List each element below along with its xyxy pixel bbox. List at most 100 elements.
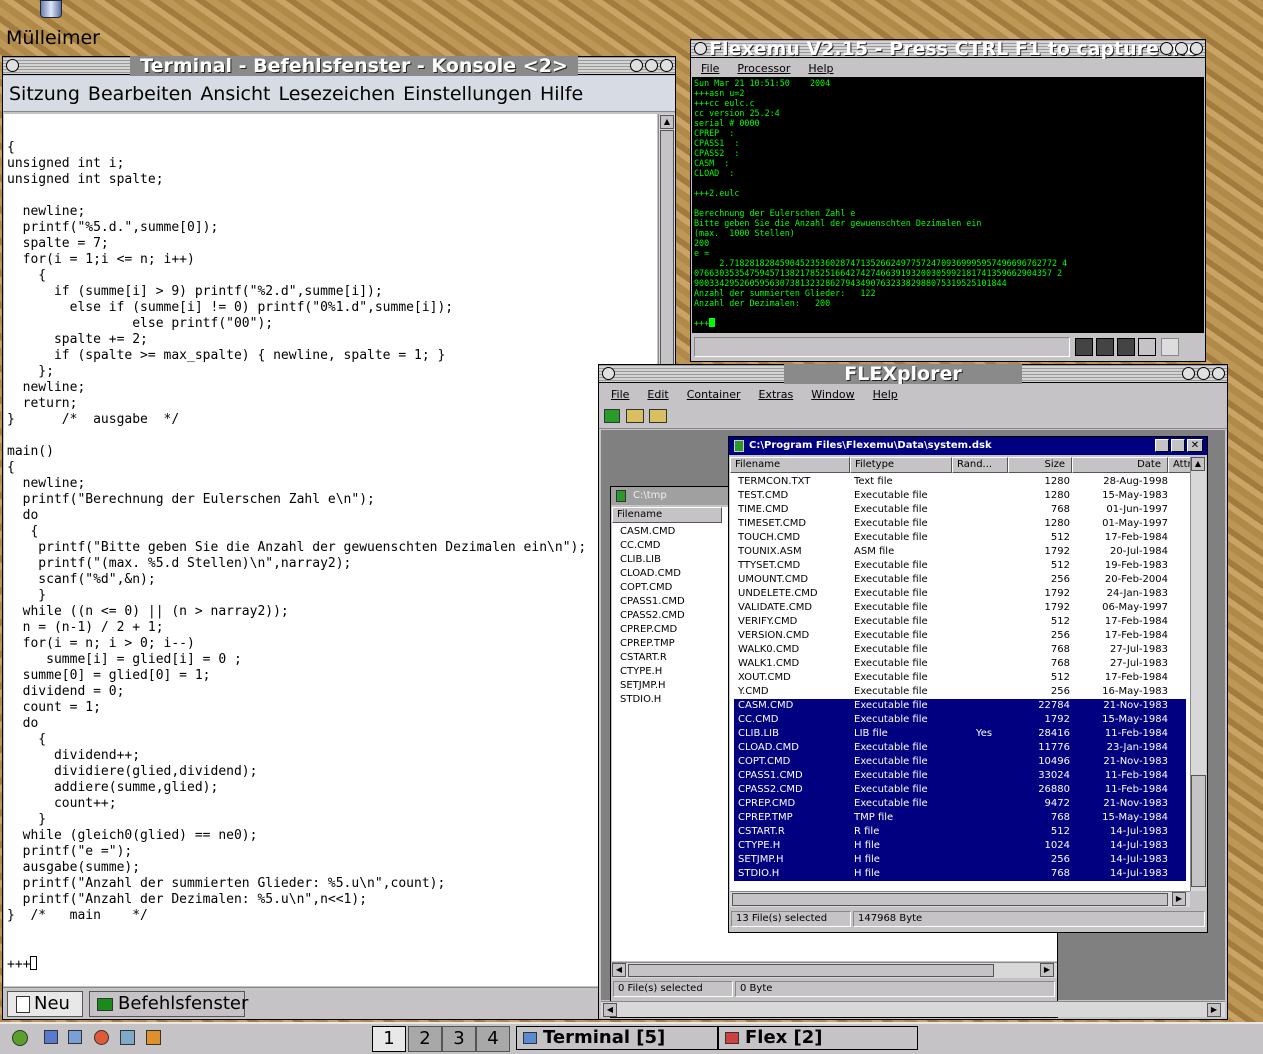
list-item[interactable]: CPREP.CMD bbox=[620, 623, 720, 637]
table-row[interactable]: VERSION.CMD Executable file 256 17-Feb-1984 bbox=[734, 629, 1186, 643]
pager-desktop-4[interactable]: 4 bbox=[476, 1026, 510, 1052]
list-item[interactable]: CLIB.LIB bbox=[620, 553, 720, 567]
dsk-vscroll[interactable]: ▲ bbox=[1190, 457, 1206, 891]
table-row[interactable]: CPASS1.CMD Executable file 33024 11-Feb-198… bbox=[734, 769, 1186, 783]
table-row[interactable]: CPREP.CMD Executable file 9472 21-Nov-1983 bbox=[734, 797, 1186, 811]
table-row[interactable]: CLIB.LIB LIB file Yes 28416 11-Feb-1984 bbox=[734, 727, 1186, 741]
minimize-button[interactable] bbox=[1182, 367, 1195, 380]
table-row[interactable]: CPASS2.CMD Executable file 26880 11-Feb-198… bbox=[734, 783, 1186, 797]
table-row[interactable]: SETJMP.H H file 256 14-Jul-1983 bbox=[734, 853, 1186, 867]
list-item[interactable]: SETJMP.H bbox=[620, 679, 720, 693]
column-header-random[interactable]: Rand... bbox=[952, 457, 1008, 473]
task-flex[interactable]: Flex [2] bbox=[718, 1026, 918, 1050]
tmp-hscroll[interactable]: ◀ ▶ bbox=[612, 962, 1057, 978]
table-row[interactable]: COPT.CMD Executable file 10496 21-Nov-1983 bbox=[734, 755, 1186, 769]
table-row[interactable]: TOUNIX.ASM ASM file 1792 20-Jul-1984 bbox=[734, 545, 1186, 559]
maximize-button[interactable] bbox=[645, 59, 658, 72]
menu-file[interactable]: File bbox=[701, 62, 719, 75]
scroll-up-arrow[interactable]: ▲ bbox=[660, 115, 674, 129]
table-row[interactable]: CC.CMD Executable file 1792 15-May-1984 bbox=[734, 713, 1186, 727]
table-row[interactable]: TOUCH.CMD Executable file 512 17-Feb-1984 bbox=[734, 531, 1186, 545]
list-item[interactable]: CPASS1.CMD bbox=[620, 595, 720, 609]
menu-processor[interactable]: Processor bbox=[737, 62, 790, 75]
menu-window[interactable]: Window bbox=[811, 388, 854, 401]
scroll-thumb[interactable] bbox=[1191, 775, 1206, 887]
column-header-date[interactable]: Date bbox=[1072, 457, 1168, 473]
dsk-titlebar[interactable]: C:\Program Files\Flexemu\Data\system.dsk… bbox=[729, 437, 1207, 455]
table-row[interactable]: TTYSET.CMD Executable file 512 19-Feb-1983 bbox=[734, 559, 1186, 573]
column-header-size[interactable]: Size bbox=[1008, 457, 1072, 473]
table-row[interactable]: STDIO.H H file 768 14-Jul-1983 bbox=[734, 867, 1186, 881]
list-item[interactable]: COPT.CMD bbox=[620, 581, 720, 595]
maximize-button[interactable] bbox=[1175, 42, 1188, 55]
scroll-right-arrow[interactable]: ▶ bbox=[1207, 1003, 1221, 1017]
column-header-attr[interactable]: Attr bbox=[1168, 457, 1190, 473]
browser-icon[interactable] bbox=[146, 1030, 161, 1045]
flexemu-screen[interactable]: Sun Mar 21 10:51:50 2004 +++asn u=2 +++cc … bbox=[692, 77, 1204, 333]
tab-neu[interactable]: Neu bbox=[7, 991, 83, 1017]
flexplorer-hscroll[interactable]: ◀ ▶ bbox=[601, 1001, 1225, 1017]
menu-edit[interactable]: Edit bbox=[647, 388, 668, 401]
scroll-up-arrow[interactable]: ▲ bbox=[1191, 457, 1205, 471]
table-row[interactable]: CASM.CMD Executable file 22784 21-Nov-1983 bbox=[734, 699, 1186, 713]
menu-file[interactable]: File bbox=[611, 388, 629, 401]
table-row[interactable]: VALIDATE.CMD Executable file 1792 06-May-19… bbox=[734, 601, 1186, 615]
pager-desktop-1[interactable]: 1 bbox=[372, 1026, 406, 1052]
list-item[interactable]: CPASS2.CMD bbox=[620, 609, 720, 623]
scroll-left-arrow[interactable]: ◀ bbox=[612, 963, 626, 977]
close-button[interactable] bbox=[1212, 367, 1225, 380]
help-icon[interactable] bbox=[94, 1030, 109, 1045]
minimize-button[interactable] bbox=[1160, 42, 1173, 55]
new-container-icon[interactable] bbox=[604, 409, 620, 423]
table-row[interactable]: WALK1.CMD Executable file 768 27-Jul-1983 bbox=[734, 657, 1186, 671]
start-menu-icon[interactable] bbox=[12, 1030, 28, 1046]
list-item[interactable]: CC.CMD bbox=[620, 539, 720, 553]
scroll-right-arrow[interactable]: ▶ bbox=[1172, 892, 1186, 906]
column-header-filename[interactable]: Filename bbox=[730, 457, 850, 473]
menu-container[interactable]: Container bbox=[687, 388, 741, 401]
list-item[interactable]: CSTART.R bbox=[620, 651, 720, 665]
maximize-button[interactable] bbox=[1197, 367, 1210, 380]
table-row[interactable]: UNDELETE.CMD Executable file 1792 24-Jan-19… bbox=[734, 587, 1186, 601]
column-header-filetype[interactable]: Filetype bbox=[850, 457, 952, 473]
table-row[interactable]: Y.CMD Executable file 256 16-May-1983 bbox=[734, 685, 1186, 699]
scroll-right-arrow[interactable]: ▶ bbox=[1040, 963, 1054, 977]
table-row[interactable]: XOUT.CMD Executable file 512 17-Feb-1984 bbox=[734, 671, 1186, 685]
trash-icon[interactable] bbox=[36, 0, 68, 20]
table-row[interactable]: WALK0.CMD Executable file 768 27-Jul-1983 bbox=[734, 643, 1186, 657]
terminal-text-area[interactable]: {unsigned int i; unsigned int spalte; new… bbox=[4, 114, 657, 986]
list-item[interactable]: STDIO.H bbox=[620, 693, 720, 707]
table-row[interactable]: UMOUNT.CMD Executable file 256 20-Feb-2004 bbox=[734, 573, 1186, 587]
table-row[interactable]: TERMCON.TXT Text file 1280 28-Aug-1998 bbox=[734, 475, 1186, 489]
menu-ansicht[interactable]: Ansicht bbox=[200, 83, 270, 105]
list-item[interactable]: CTYPE.H bbox=[620, 665, 720, 679]
table-row[interactable]: CSTART.R R file 512 14-Jul-1983 bbox=[734, 825, 1186, 839]
dsk-list[interactable]: Filename Filetype Rand... Size Date Attr… bbox=[730, 457, 1190, 891]
scroll-left-arrow[interactable]: ◀ bbox=[603, 1003, 617, 1017]
pager-desktop-2[interactable]: 2 bbox=[408, 1026, 442, 1052]
open-directory-icon[interactable] bbox=[649, 409, 667, 423]
menu-help[interactable]: Help bbox=[808, 62, 833, 75]
menu-extras[interactable]: Extras bbox=[759, 388, 794, 401]
flexplorer-titlebar[interactable]: FLEXplorer bbox=[599, 364, 1227, 384]
table-row[interactable]: TIMESET.CMD Executable file 1280 01-May-199… bbox=[734, 517, 1186, 531]
column-header-filename[interactable]: Filename bbox=[612, 507, 722, 523]
terminal-titlebar[interactable]: Terminal - Befehlsfenster - Konsole <2> bbox=[3, 56, 675, 76]
menu-help[interactable]: Help bbox=[873, 388, 898, 401]
table-row[interactable]: TIME.CMD Executable file 768 01-Jun-1997 bbox=[734, 503, 1186, 517]
open-folder-icon[interactable] bbox=[626, 409, 644, 423]
table-row[interactable]: CTYPE.H H file 1024 14-Jul-1983 bbox=[734, 839, 1186, 853]
flexemu-titlebar[interactable]: Flexemu V2.15 - Press CTRL F1 to capture… bbox=[691, 39, 1205, 59]
menu-lesezeichen[interactable]: Lesezeichen bbox=[278, 83, 395, 105]
scroll-thumb[interactable] bbox=[628, 964, 994, 977]
dsk-hscroll[interactable]: ▶ bbox=[730, 891, 1190, 907]
pager-desktop-3[interactable]: 3 bbox=[442, 1026, 476, 1052]
list-item[interactable]: CLOAD.CMD bbox=[620, 567, 720, 581]
file-manager-icon[interactable] bbox=[68, 1030, 82, 1044]
maximize-icon[interactable] bbox=[1171, 439, 1185, 452]
home-icon[interactable] bbox=[44, 1030, 58, 1044]
list-item[interactable]: CASM.CMD bbox=[620, 525, 720, 539]
close-button[interactable] bbox=[660, 59, 673, 72]
table-row[interactable]: CPREP.TMP TMP file 768 15-May-1984 bbox=[734, 811, 1186, 825]
table-row[interactable]: VERIFY.CMD Executable file 512 17-Feb-1984 bbox=[734, 615, 1186, 629]
